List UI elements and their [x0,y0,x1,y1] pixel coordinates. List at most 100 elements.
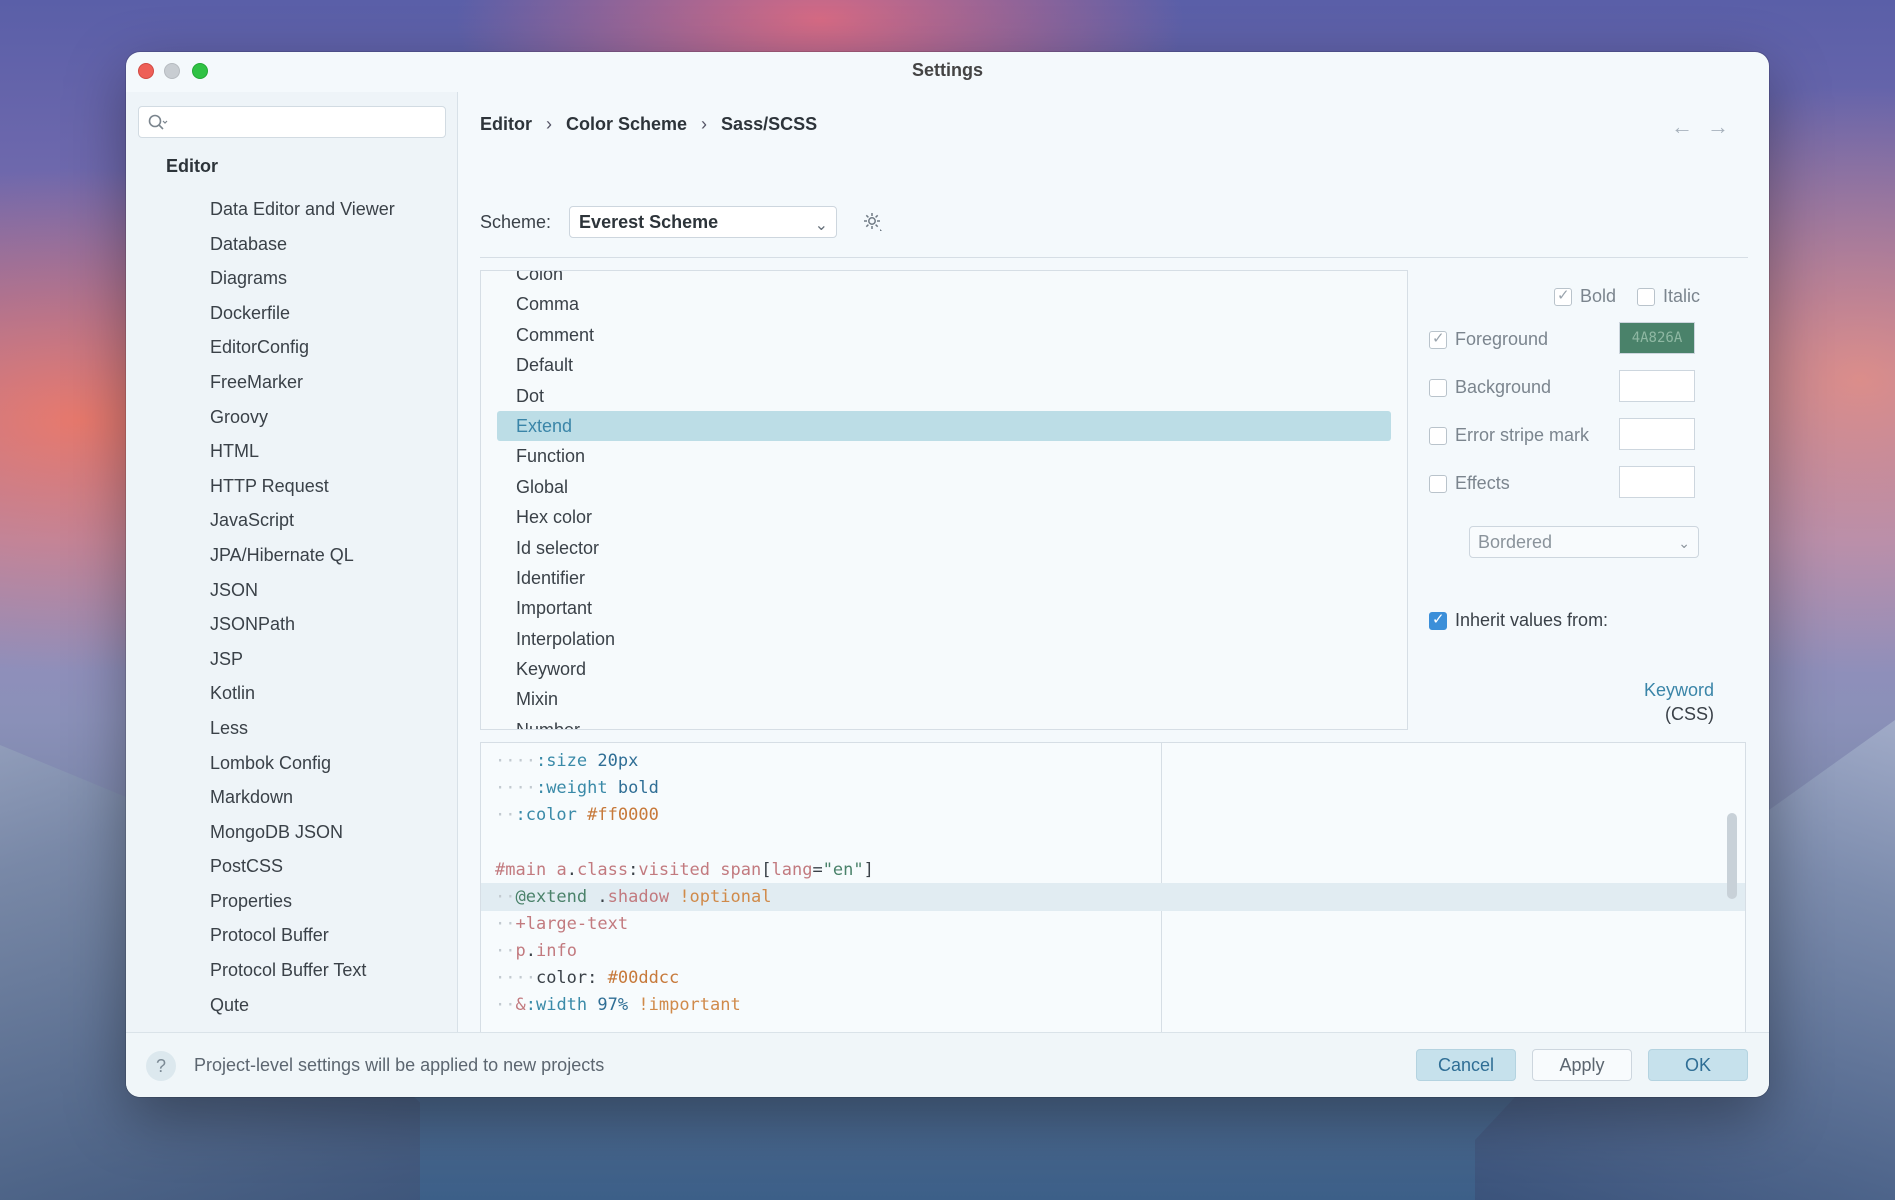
attribute-item[interactable]: Identifier [481,563,1407,593]
attribute-item[interactable]: Dot [481,381,1407,411]
attribute-item[interactable]: Keyword [481,654,1407,684]
breadcrumb-color-scheme[interactable]: Color Scheme [566,114,687,135]
sidebar-item[interactable]: JSP [210,642,395,677]
attribute-item[interactable]: Important [481,593,1407,623]
sidebar-item[interactable]: JSON [210,573,395,608]
cancel-button[interactable]: Cancel [1416,1049,1516,1081]
sidebar-item[interactable]: Qute [210,988,395,1023]
sidebar-item[interactable]: JPA/Hibernate QL [210,538,395,573]
sidebar-item[interactable]: PostCSS [210,849,395,884]
sidebar-item[interactable]: JSONPath [210,607,395,642]
error-stripe-checkbox[interactable] [1429,426,1447,445]
breadcrumb: Editor › Color Scheme › Sass/SCSS [480,114,817,135]
italic-option[interactable]: Italic [1637,286,1700,307]
effects-option[interactable]: Effects [1429,473,1510,494]
foreground-checkbox[interactable] [1429,329,1447,349]
sidebar-item[interactable]: Diagrams [210,261,395,296]
code-line: ····color: #00ddcc [495,968,680,988]
code-line-highlighted: ··@extend .shadow !optional [481,883,1745,911]
attribute-item[interactable]: Global [481,472,1407,502]
forward-arrow-icon[interactable]: → [1707,114,1729,140]
error-stripe-option[interactable]: Error stripe mark [1429,425,1589,446]
attribute-list: Colon Comma Comment Default Dot Extend F… [480,270,1408,730]
code-line: ····:weight bold [495,778,659,798]
sidebar-item[interactable]: Groovy [210,400,395,435]
attribute-item[interactable]: Hex color [481,502,1407,532]
preview-scrollbar[interactable] [1727,813,1737,899]
inherit-source-language: (CSS) [1665,704,1714,724]
sidebar-item[interactable]: Markdown [210,780,395,815]
attribute-item[interactable]: Mixin [481,684,1407,714]
code-line: ··&:width 97% !important [495,995,741,1015]
search-input[interactable] [138,106,446,138]
sidebar-item[interactable]: HTML [210,434,395,469]
window-title: Settings [911,60,983,80]
background-option[interactable]: Background [1429,377,1551,398]
dialog-footer: ? Project-level settings will be applied… [126,1032,1769,1097]
scheme-label: Scheme: [480,211,552,232]
sidebar-item[interactable]: Lombok Config [210,746,395,781]
attribute-item[interactable]: Colon [481,271,1407,289]
attribute-item[interactable]: Default [481,350,1407,380]
title-bar: Settings [126,52,1769,92]
inherit-checkbox[interactable] [1429,610,1447,630]
breadcrumb-separator: › [546,114,552,134]
effects-color-swatch[interactable] [1619,466,1695,498]
italic-label: Italic [1663,286,1701,306]
inherit-keyword-link[interactable]: Keyword [1644,678,1714,702]
sidebar-item[interactable]: Less [210,711,395,746]
sidebar-item[interactable]: HTTP Request [210,469,395,504]
sidebar-item[interactable]: Kotlin [210,676,395,711]
tree-root-editor[interactable]: Editor [166,156,218,177]
effects-label: Effects [1455,473,1510,493]
error-stripe-label: Error stripe mark [1455,425,1590,445]
sidebar-item[interactable]: JavaScript [210,503,395,538]
attribute-item[interactable]: Comma [481,289,1407,319]
attribute-item[interactable]: Function [481,441,1407,471]
sidebar-item[interactable]: Database [210,227,395,262]
effects-checkbox[interactable] [1429,474,1447,493]
sidebar-item[interactable]: Protocol Buffer Text [210,953,395,988]
scheme-value: Everest Scheme [579,212,719,232]
help-icon[interactable]: ? [146,1051,176,1081]
code-line: ··p.info [495,941,577,961]
sidebar-item[interactable]: Dockerfile [210,296,395,331]
sidebar-item[interactable]: EditorConfig [210,330,395,365]
code-preview[interactable]: ····:size 20px ····:weight bold ··:color… [480,742,1746,1064]
foreground-option[interactable]: Foreground [1429,329,1548,350]
sidebar-item[interactable]: Properties [210,884,395,919]
attribute-item[interactable]: Interpolation [481,624,1407,654]
effects-type-dropdown[interactable]: Bordered ⌄ [1469,526,1699,558]
apply-button[interactable]: Apply [1532,1049,1632,1081]
code-line: ··+large-text [495,914,629,934]
breadcrumb-editor[interactable]: Editor [480,114,532,135]
attribute-item[interactable]: Number [481,715,1407,729]
scheme-dropdown[interactable]: Everest Scheme ⌄ [569,206,838,238]
effects-type-value: Bordered [1478,532,1553,552]
sidebar-item[interactable]: FreeMarker [210,365,395,400]
bold-option[interactable]: Bold [1554,286,1616,307]
background-checkbox[interactable] [1429,378,1447,397]
scheme-row: Scheme: Everest Scheme ⌄ [480,206,885,238]
attribute-item[interactable]: Comment [481,320,1407,350]
gear-icon[interactable] [861,210,885,234]
attribute-item-selected[interactable]: Extend [497,410,1391,442]
bold-checkbox[interactable] [1554,286,1572,306]
error-stripe-color-swatch[interactable] [1619,418,1695,450]
sidebar-item[interactable]: RegExp [210,1022,395,1032]
ok-button[interactable]: OK [1648,1049,1748,1081]
background-color-swatch[interactable] [1619,370,1695,402]
sidebar-item[interactable]: Data Editor and Viewer [210,192,395,227]
background-label: Background [1455,377,1552,397]
settings-sidebar: Editor Data Editor and Viewer Database D… [126,92,458,1032]
foreground-label: Foreground [1455,329,1549,349]
code-line: #main a.class:visited span[lang="en"] [495,860,874,880]
attribute-item[interactable]: Id selector [481,533,1407,563]
sidebar-item[interactable]: MongoDB JSON [210,815,395,850]
settings-tree: Data Editor and Viewer Database Diagrams… [210,192,395,1032]
foreground-color-swatch[interactable]: 4A826A [1619,322,1695,354]
italic-checkbox[interactable] [1637,287,1655,306]
back-arrow-icon[interactable]: ← [1671,114,1693,140]
inherit-option[interactable]: Inherit values from: [1429,610,1608,631]
sidebar-item[interactable]: Protocol Buffer [210,918,395,953]
